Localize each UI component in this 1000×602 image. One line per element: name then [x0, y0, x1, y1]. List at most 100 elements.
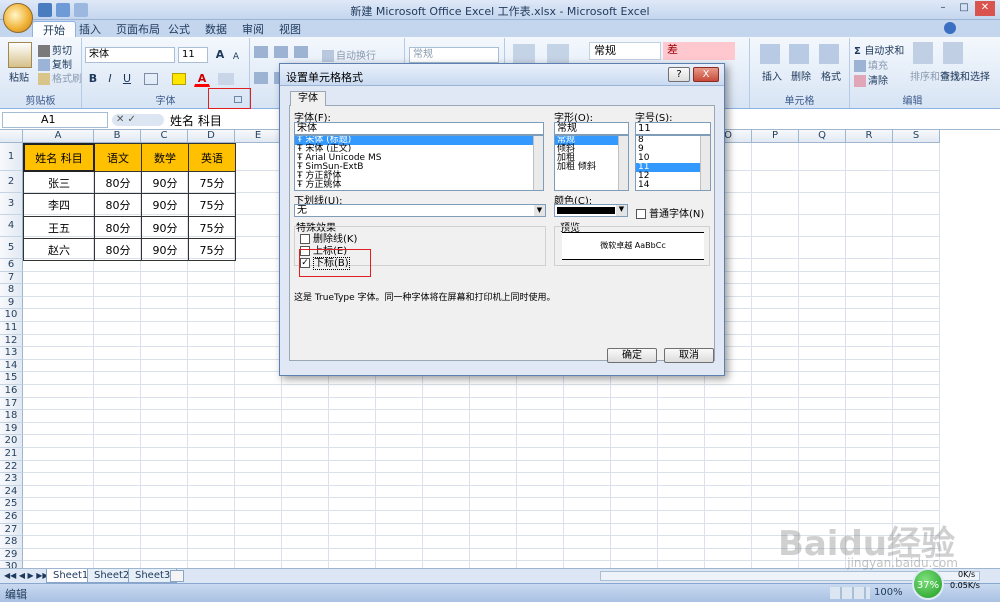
cell[interactable] — [376, 410, 423, 423]
column-header[interactable]: B — [94, 130, 141, 143]
cell[interactable] — [564, 536, 611, 549]
cell[interactable] — [752, 309, 799, 322]
cell[interactable] — [94, 473, 141, 486]
cell[interactable] — [23, 448, 94, 461]
font-list[interactable]: Ŧ 宋体 (标题) Ŧ 宋体 (正文) Ŧ Arial Unicode MS Ŧ… — [294, 135, 544, 191]
align-icons[interactable] — [254, 46, 314, 58]
cell[interactable] — [846, 435, 893, 448]
ok-button[interactable]: 确定 — [607, 348, 657, 363]
cell[interactable] — [141, 422, 188, 436]
row-header[interactable]: 9 — [0, 296, 23, 310]
cell[interactable] — [799, 410, 846, 423]
size-list[interactable]: 8 9 10 11 12 14 — [635, 135, 711, 191]
cell[interactable] — [188, 473, 235, 486]
close-button[interactable]: ✕ — [975, 1, 995, 16]
cell[interactable] — [141, 460, 188, 474]
cell[interactable] — [705, 448, 752, 461]
cell[interactable] — [235, 271, 282, 285]
font-option[interactable]: Ŧ 方正姚体 — [295, 181, 543, 190]
cell[interactable] — [329, 511, 376, 524]
network-speed-ball[interactable]: 37% — [912, 568, 944, 600]
cell[interactable] — [141, 296, 188, 310]
cell[interactable] — [893, 143, 940, 171]
cell[interactable] — [799, 347, 846, 360]
row-header[interactable]: 14 — [0, 359, 23, 373]
cell[interactable] — [141, 485, 188, 499]
font-dialog-launcher-icon[interactable] — [234, 96, 242, 103]
sheet-nav-arrows[interactable]: ◀◀ ◀ ▶ ▶▶ — [4, 571, 49, 580]
cell[interactable] — [799, 473, 846, 486]
cell[interactable] — [188, 284, 235, 297]
cell[interactable] — [893, 171, 940, 193]
cell[interactable] — [376, 422, 423, 436]
view-buttons[interactable] — [830, 587, 870, 599]
cell[interactable] — [188, 460, 235, 474]
row-header[interactable]: 7 — [0, 271, 23, 285]
cell[interactable] — [846, 448, 893, 461]
cell[interactable] — [423, 473, 470, 486]
cell[interactable] — [893, 322, 940, 335]
table-cell[interactable]: 90分 — [141, 216, 189, 239]
bold-button[interactable]: B — [85, 71, 101, 87]
cell[interactable] — [470, 435, 517, 448]
row-header[interactable]: 27 — [0, 523, 23, 537]
cell[interactable] — [658, 410, 705, 423]
cell[interactable] — [235, 372, 282, 385]
cell[interactable] — [517, 485, 564, 499]
cell[interactable] — [188, 372, 235, 385]
normal-font-checkbox[interactable]: 普通字体(N) — [636, 205, 704, 220]
cell[interactable] — [752, 460, 799, 474]
font-name-combo[interactable]: 宋体 — [85, 47, 175, 63]
cell[interactable] — [282, 410, 329, 423]
cell[interactable] — [282, 485, 329, 499]
cell[interactable] — [564, 523, 611, 537]
size-list-scrollbar[interactable] — [700, 136, 710, 190]
cell[interactable] — [376, 460, 423, 474]
cell[interactable] — [376, 523, 423, 537]
cell[interactable] — [893, 448, 940, 461]
cell[interactable] — [23, 397, 94, 411]
save-icon[interactable] — [38, 3, 52, 17]
cell[interactable] — [23, 296, 94, 310]
tab-formulas[interactable]: 公式 — [158, 21, 200, 38]
formula-content[interactable]: 姓名 科目 — [170, 112, 222, 129]
row-header[interactable]: 8 — [0, 284, 23, 297]
cell[interactable] — [188, 309, 235, 322]
font-color-button[interactable]: A — [194, 71, 210, 87]
cut-button[interactable]: 剪切 — [38, 42, 72, 57]
table-cell[interactable]: 王五 — [23, 216, 95, 239]
cell[interactable] — [329, 473, 376, 486]
cell[interactable] — [282, 422, 329, 436]
row-header[interactable]: 20 — [0, 435, 23, 448]
row-header[interactable]: 19 — [0, 422, 23, 436]
cell[interactable] — [893, 271, 940, 285]
cell[interactable] — [94, 284, 141, 297]
cell[interactable] — [94, 536, 141, 549]
cell[interactable] — [611, 523, 658, 537]
cell[interactable] — [564, 422, 611, 436]
redo-icon[interactable] — [74, 3, 88, 17]
cell[interactable] — [470, 536, 517, 549]
cell[interactable] — [846, 334, 893, 348]
cell[interactable] — [517, 385, 564, 398]
cell[interactable] — [893, 284, 940, 297]
table-header-cell[interactable]: 语文 — [94, 143, 142, 172]
cell[interactable] — [94, 410, 141, 423]
cell[interactable] — [564, 561, 611, 568]
cell[interactable] — [799, 435, 846, 448]
row-header[interactable]: 26 — [0, 511, 23, 524]
cell[interactable] — [235, 385, 282, 398]
cell[interactable] — [893, 460, 940, 474]
cell[interactable] — [564, 410, 611, 423]
cell[interactable] — [188, 536, 235, 549]
cell[interactable] — [141, 498, 188, 511]
cell[interactable] — [329, 448, 376, 461]
cell[interactable] — [846, 385, 893, 398]
column-header[interactable]: D — [188, 130, 235, 143]
cell[interactable] — [282, 561, 329, 568]
cell[interactable] — [141, 334, 188, 348]
cell[interactable] — [94, 448, 141, 461]
cell[interactable] — [893, 309, 940, 322]
row-header[interactable]: 22 — [0, 460, 23, 474]
cell[interactable] — [517, 460, 564, 474]
